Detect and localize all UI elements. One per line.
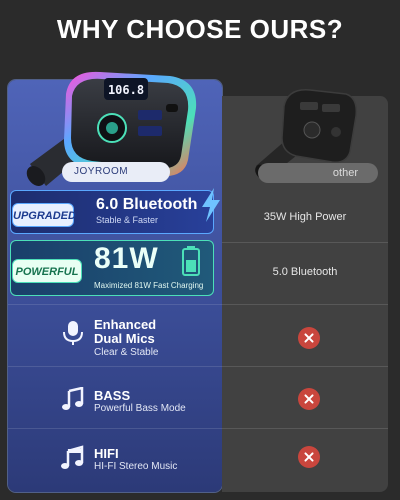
bluetooth-sub: Stable & Faster [96,215,159,225]
bluetooth-headline: 6.0 Bluetooth [96,196,198,213]
music-notes-icon [61,445,84,469]
other-bluetooth-text: 5.0 Bluetooth [272,266,338,278]
feature-hifi-title: HIFI [94,446,119,461]
upgraded-badge: UPGRADED [12,203,76,227]
x-mark-icon [298,327,320,349]
row-divider [8,366,388,367]
x-mark-icon [298,388,320,410]
page-title: WHY CHOOSE OURS? [56,14,344,44]
lightning-icon [202,188,220,222]
feature-bass-title: BASS [94,388,131,403]
power-headline: 81W [94,242,159,275]
other-label: other [258,163,378,183]
other-power-text: 35W High Power [263,211,347,223]
power-sub: Maximized 81W Fast Charging [94,281,204,290]
powerful-badge: POWERFUL [12,259,82,283]
brand-label: JOYROOM [62,162,170,182]
row-divider [8,304,388,305]
music-note-icon [62,387,84,410]
battery-icon [182,246,200,276]
feature-bass-sub: Powerful Bass Mode [94,403,186,414]
x-mark-icon [298,446,320,468]
screen-readout: 106.8 [108,83,144,97]
feature-mics-title-line2: Dual Mics [94,331,155,346]
row-divider [8,428,388,429]
feature-mics-sub: Clear & Stable [94,347,159,358]
microphone-icon [63,321,83,345]
row-divider [222,242,388,243]
feature-mics-title: Enhanced [94,317,157,332]
feature-hifi-sub: HI-FI Stereo Music [94,461,178,472]
